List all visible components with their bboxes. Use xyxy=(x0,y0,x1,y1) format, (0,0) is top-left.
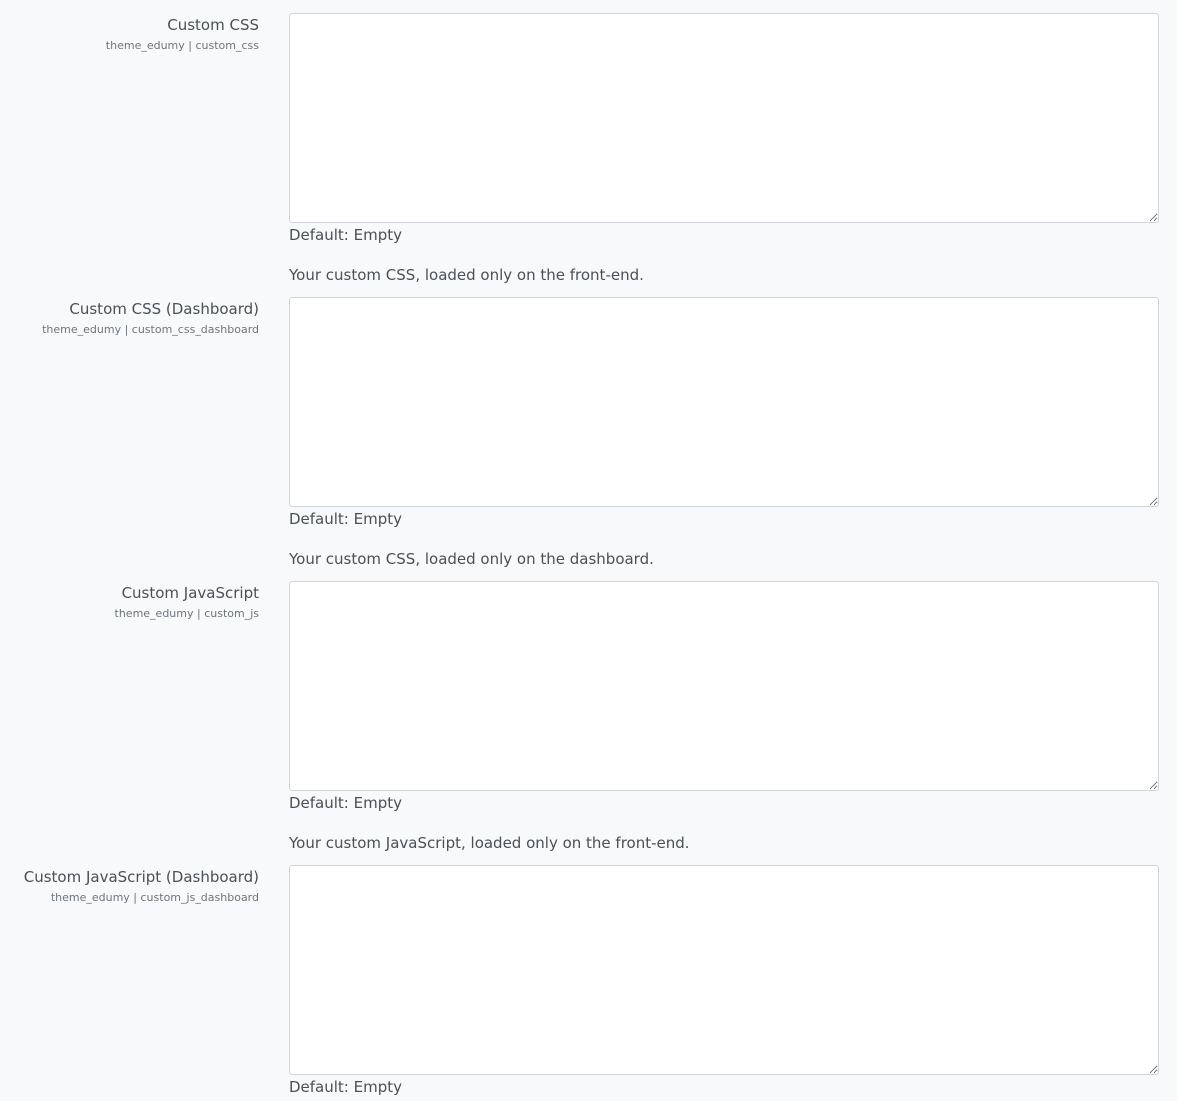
setting-description: Your custom CSS, loaded only on the fron… xyxy=(289,266,644,284)
setting-description: Your custom CSS, loaded only on the dash… xyxy=(289,550,654,568)
custom-js-textarea[interactable] xyxy=(289,581,1159,791)
setting-default: Default: Empty xyxy=(289,226,402,244)
setting-key: theme_edumy | custom_js_dashboard xyxy=(50,891,259,904)
setting-label: Custom JavaScript (Dashboard) theme_edum… xyxy=(0,867,259,905)
custom-css-textarea[interactable] xyxy=(289,13,1159,223)
setting-key: theme_edumy | custom_js xyxy=(114,607,259,620)
setting-default: Default: Empty xyxy=(289,1078,402,1096)
setting-label: Custom JavaScript theme_edumy | custom_j… xyxy=(0,583,259,621)
setting-default: Default: Empty xyxy=(289,794,402,812)
settings-page: Custom CSS theme_edumy | custom_css Defa… xyxy=(0,0,1177,1101)
setting-key: theme_edumy | custom_css xyxy=(105,39,259,52)
setting-title: Custom CSS xyxy=(167,16,259,34)
custom-js-dashboard-textarea[interactable] xyxy=(289,865,1159,1075)
setting-title: Custom CSS (Dashboard) xyxy=(69,300,259,318)
setting-title: Custom JavaScript (Dashboard) xyxy=(23,868,259,886)
custom-css-dashboard-textarea[interactable] xyxy=(289,297,1159,507)
setting-label: Custom CSS theme_edumy | custom_css xyxy=(0,15,259,53)
setting-title: Custom JavaScript xyxy=(121,584,259,602)
setting-key: theme_edumy | custom_css_dashboard xyxy=(42,323,259,336)
setting-default: Default: Empty xyxy=(289,510,402,528)
setting-label: Custom CSS (Dashboard) theme_edumy | cus… xyxy=(0,299,259,337)
setting-description: Your custom JavaScript, loaded only on t… xyxy=(289,834,690,852)
